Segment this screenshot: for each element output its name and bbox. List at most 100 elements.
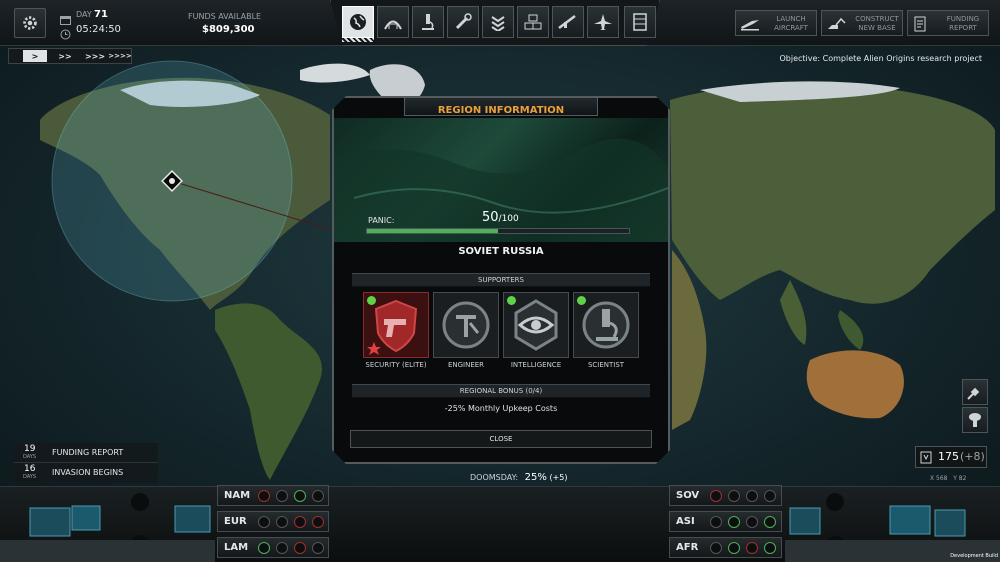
aircraft-launch-icon [741, 20, 759, 31]
supporter-active-dot [367, 296, 376, 305]
region-code: ASI [676, 516, 695, 527]
region-status-icon [764, 516, 776, 528]
jet-icon [594, 14, 612, 30]
launch-aircraft-button[interactable]: LAUNCH AIRCRAFT [735, 10, 817, 36]
nav-barracks[interactable] [482, 6, 514, 38]
close-button[interactable]: CLOSE [350, 430, 652, 448]
satellite-icon [967, 387, 980, 400]
elerium-icon [920, 451, 932, 464]
region-status-icon [710, 516, 722, 528]
region-row-sov[interactable]: SOV [669, 485, 782, 506]
top-bar: DAY 71 05:24:50 FUNDS AVAILABLE $809,300… [0, 0, 1000, 46]
nav-situation-room[interactable] [587, 6, 619, 38]
region-status-icon [258, 516, 270, 528]
speed-4-button[interactable]: >>>> [108, 50, 131, 62]
region-row-lam[interactable]: LAM [217, 537, 329, 558]
gear-icon [23, 16, 37, 30]
day-label: DAY [76, 10, 92, 19]
region-status-icon [764, 542, 776, 554]
resource-delta: (+8) [960, 450, 985, 463]
event-label: INVASION BEGINS [52, 468, 124, 477]
doomsday-value: 25% [524, 472, 547, 483]
region-code: LAM [224, 542, 249, 553]
dialog-title: REGION INFORMATION [437, 105, 565, 116]
speed-2-button[interactable]: >> [53, 50, 77, 62]
funding-doc-icon [914, 16, 926, 32]
globe-icon [350, 14, 366, 30]
mission-control-right [785, 493, 1000, 562]
doomsday-delta: (+5) [549, 473, 568, 482]
rank-icon [491, 16, 505, 31]
panic-value: 50/100 [482, 210, 519, 225]
region-row-eur[interactable]: EUR [217, 511, 329, 532]
clock-icon [60, 25, 71, 44]
event-item[interactable]: 19 DAYS FUNDING REPORT [14, 443, 158, 463]
bonus-label: REGIONAL BONUS [459, 387, 524, 395]
construct-base-label-2: NEW BASE [858, 24, 896, 32]
nav-archives[interactable] [624, 6, 656, 38]
supporter-security[interactable] [363, 292, 429, 358]
region-status-icon [294, 516, 306, 528]
region-status-icon [258, 490, 270, 502]
construct-base-button[interactable]: CONSTRUCT NEW BASE [821, 10, 903, 36]
doomsday-indicator: DOOMSDAY: 25% (+5) [470, 472, 568, 483]
nav-hangar[interactable] [377, 6, 409, 38]
funds-value: $809,300 [202, 24, 255, 35]
supporter-intelligence[interactable] [503, 292, 569, 358]
speed-3-button[interactable]: >>> [83, 50, 107, 62]
nav-geoscape[interactable] [342, 6, 374, 38]
weapon-icon [558, 15, 576, 29]
event-item[interactable]: 16 DAYS INVASION BEGINS [14, 463, 158, 483]
region-status-icon [258, 542, 270, 554]
region-status-icon [728, 516, 740, 528]
cursor-coords: X 568 Y 82 [930, 475, 967, 482]
region-status-icon [294, 490, 306, 502]
region-status-icon [710, 542, 722, 554]
supporters-label: SUPPORTERS [478, 276, 524, 284]
panic-label: PANIC: [368, 216, 395, 225]
region-status-icon [728, 542, 740, 554]
regional-bonus-header: REGIONAL BONUS (0/4) [352, 384, 650, 398]
game-time: 05:24:50 [76, 24, 121, 35]
bonus-count: (0/4) [525, 387, 543, 395]
event-unit: DAYS [23, 474, 37, 480]
region-status-icon [746, 516, 758, 528]
region-row-nam[interactable]: NAM [217, 485, 329, 506]
region-row-asi[interactable]: ASI [669, 511, 782, 532]
region-status-icon [294, 542, 306, 554]
construct-base-label-1: CONSTRUCT [855, 15, 899, 23]
supporter-scientist[interactable] [573, 292, 639, 358]
nav-active-indicator [342, 38, 374, 42]
panic-bar [366, 228, 630, 234]
supporter-engineer[interactable] [433, 292, 499, 358]
funding-report-label-1: FUNDING [946, 15, 980, 23]
region-status-icon [764, 490, 776, 502]
funding-report-button[interactable]: FUNDING REPORT [907, 10, 989, 36]
caliper-icon [434, 293, 498, 357]
region-status-icon [710, 490, 722, 502]
event-list: 19 DAYS FUNDING REPORT 16 DAYS INVASION … [14, 443, 158, 483]
speed-1-button[interactable]: > [23, 50, 47, 62]
supporter-active-dot [507, 296, 516, 305]
region-info-dialog: REGION INFORMATION PANIC: 50/100 SOVIET … [332, 96, 670, 464]
nav-engineering[interactable] [447, 6, 479, 38]
region-status-icon [312, 542, 324, 554]
launch-aircraft-label-1: LAUNCH [776, 15, 806, 23]
region-status-icon [728, 490, 740, 502]
region-status-icon [312, 490, 324, 502]
region-row-afr[interactable]: AFR [669, 537, 782, 558]
region-code: NAM [224, 490, 251, 501]
settings-button[interactable] [14, 8, 46, 38]
nav-facilities[interactable] [517, 6, 549, 38]
funds-label: FUNDS AVAILABLE [188, 12, 262, 21]
nav-grey-market[interactable] [552, 6, 584, 38]
excavator-icon [828, 17, 846, 29]
nav-research[interactable] [412, 6, 444, 38]
research-icon [422, 14, 434, 30]
resource-box: 175 (+8) [915, 446, 987, 468]
region-code: SOV [676, 490, 700, 501]
council-button[interactable] [962, 407, 988, 433]
time-controls: > >> >>> >>>> [8, 48, 132, 64]
region-name: SOVIET RUSSIA [458, 246, 544, 257]
globe-view-button[interactable] [962, 379, 988, 405]
